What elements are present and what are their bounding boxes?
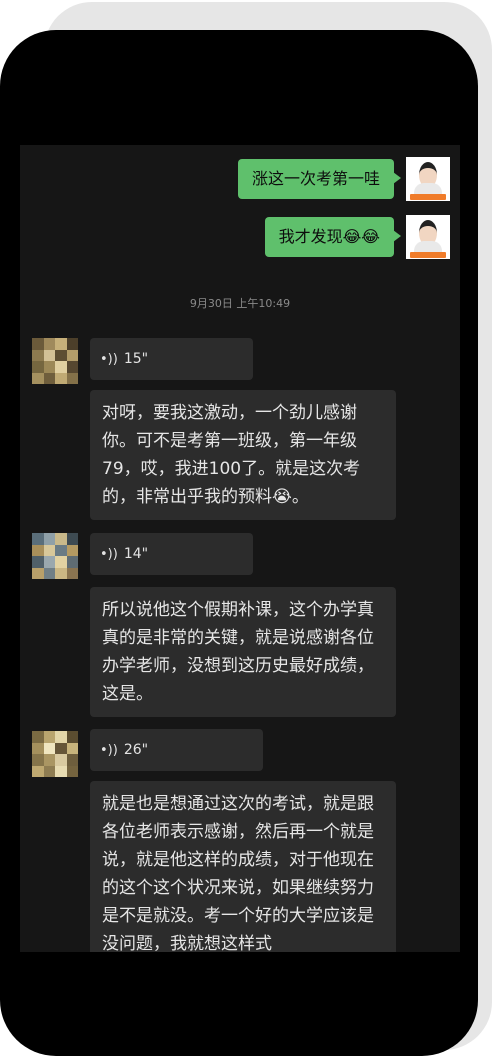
avatar-mosaic-tile [55, 533, 67, 545]
voice-duration: 26" [123, 742, 149, 758]
voice-duration: 14" [123, 546, 149, 562]
avatar-mosaic-tile [55, 731, 67, 743]
avatar-mosaic-tile [43, 556, 55, 568]
avatar-mosaic-tile [66, 361, 78, 373]
avatar-mosaic-tile [32, 556, 44, 568]
voice-message-bubble[interactable]: •)) 15" [90, 338, 253, 380]
voice-wave-icon: •)) [100, 546, 118, 562]
avatar-mosaic-tile [43, 567, 55, 579]
avatar-mosaic-tile [66, 731, 78, 743]
avatar-mosaic-tile [66, 742, 78, 754]
message-timestamp: 9月30日 上午10:49 [189, 297, 291, 310]
avatar-mosaic-tile [66, 372, 78, 384]
sent-message-row: 涨这一次考第一哇 [237, 157, 450, 201]
avatar-mosaic-tile [43, 754, 55, 766]
my-avatar[interactable] [406, 215, 450, 259]
voice-duration: 15" [123, 351, 149, 367]
avatar-mosaic-tile [55, 556, 67, 568]
avatar-mosaic-tile [55, 544, 67, 556]
phone-frame: 涨这一次考第一哇 我才发现😂😂 9月30日 上午10:49 •)) 15" 对呀… [0, 30, 478, 1056]
avatar-mosaic-tile [32, 544, 44, 556]
avatar-mosaic-tile [55, 338, 67, 350]
avatar-mosaic-tile [43, 544, 55, 556]
avatar-mosaic-tile [32, 765, 44, 777]
avatar-name-tag [410, 252, 446, 258]
avatar-mosaic-tile [43, 349, 55, 361]
avatar-mosaic-tile [55, 361, 67, 373]
contact-avatar[interactable] [32, 338, 78, 384]
avatar-mosaic-tile [66, 754, 78, 766]
avatar-mosaic-tile [66, 349, 78, 361]
avatar-mosaic-tile [32, 567, 44, 579]
avatar-mosaic-tile [32, 361, 44, 373]
avatar-mosaic-tile [32, 731, 44, 743]
avatar-mosaic-tile [66, 765, 78, 777]
my-avatar[interactable] [406, 157, 450, 201]
voice-message-bubble[interactable]: •)) 26" [90, 729, 263, 771]
avatar-mosaic-tile [66, 556, 78, 568]
avatar-mosaic-tile [32, 754, 44, 766]
avatar-mosaic-tile [55, 372, 67, 384]
voice-transcript-bubble[interactable]: 对呀，要我这激动，一个劲儿感谢你。可不是考第一班级，第一年级79，哎，我进100… [90, 390, 396, 520]
sent-message-row: 我才发现😂😂 [264, 215, 450, 259]
avatar-mosaic-tile [55, 754, 67, 766]
avatar-mosaic-tile [55, 765, 67, 777]
avatar-mosaic-tile [43, 731, 55, 743]
avatar-mosaic-tile [66, 567, 78, 579]
voice-wave-icon: •)) [100, 742, 118, 758]
voice-transcript-bubble[interactable]: 就是也是想通过这次的考试，就是跟各位老师表示感谢，然后再一个就是说，就是他这样的… [90, 781, 396, 952]
avatar-mosaic-tile [43, 765, 55, 777]
sent-message-bubble[interactable]: 我才发现😂😂 [264, 217, 402, 257]
avatar-mosaic-tile [43, 338, 55, 350]
avatar-mosaic-tile [43, 533, 55, 545]
chat-area[interactable]: 涨这一次考第一哇 我才发现😂😂 9月30日 上午10:49 •)) 15" 对呀… [20, 145, 460, 952]
avatar-mosaic-tile [55, 349, 67, 361]
avatar-mosaic-tile [43, 361, 55, 373]
voice-wave-icon: •)) [100, 351, 118, 367]
avatar-name-tag [410, 194, 446, 200]
sent-message-bubble[interactable]: 涨这一次考第一哇 [237, 159, 402, 199]
avatar-mosaic-tile [66, 338, 78, 350]
avatar-mosaic-tile [32, 372, 44, 384]
avatar-mosaic-tile [32, 742, 44, 754]
avatar-mosaic-tile [55, 742, 67, 754]
avatar-mosaic-tile [43, 742, 55, 754]
avatar-mosaic-tile [43, 372, 55, 384]
voice-message-bubble[interactable]: •)) 14" [90, 533, 253, 575]
contact-avatar[interactable] [32, 731, 78, 777]
avatar-mosaic-tile [32, 349, 44, 361]
avatar-mosaic-tile [32, 533, 44, 545]
avatar-mosaic-tile [66, 544, 78, 556]
contact-avatar[interactable] [32, 533, 78, 579]
avatar-mosaic-tile [32, 338, 44, 350]
avatar-mosaic-tile [66, 533, 78, 545]
avatar-mosaic-tile [55, 567, 67, 579]
voice-transcript-bubble[interactable]: 所以说他这个假期补课，这个办学真真的是非常的关键，就是说感谢各位办学老师，没想到… [90, 587, 396, 717]
